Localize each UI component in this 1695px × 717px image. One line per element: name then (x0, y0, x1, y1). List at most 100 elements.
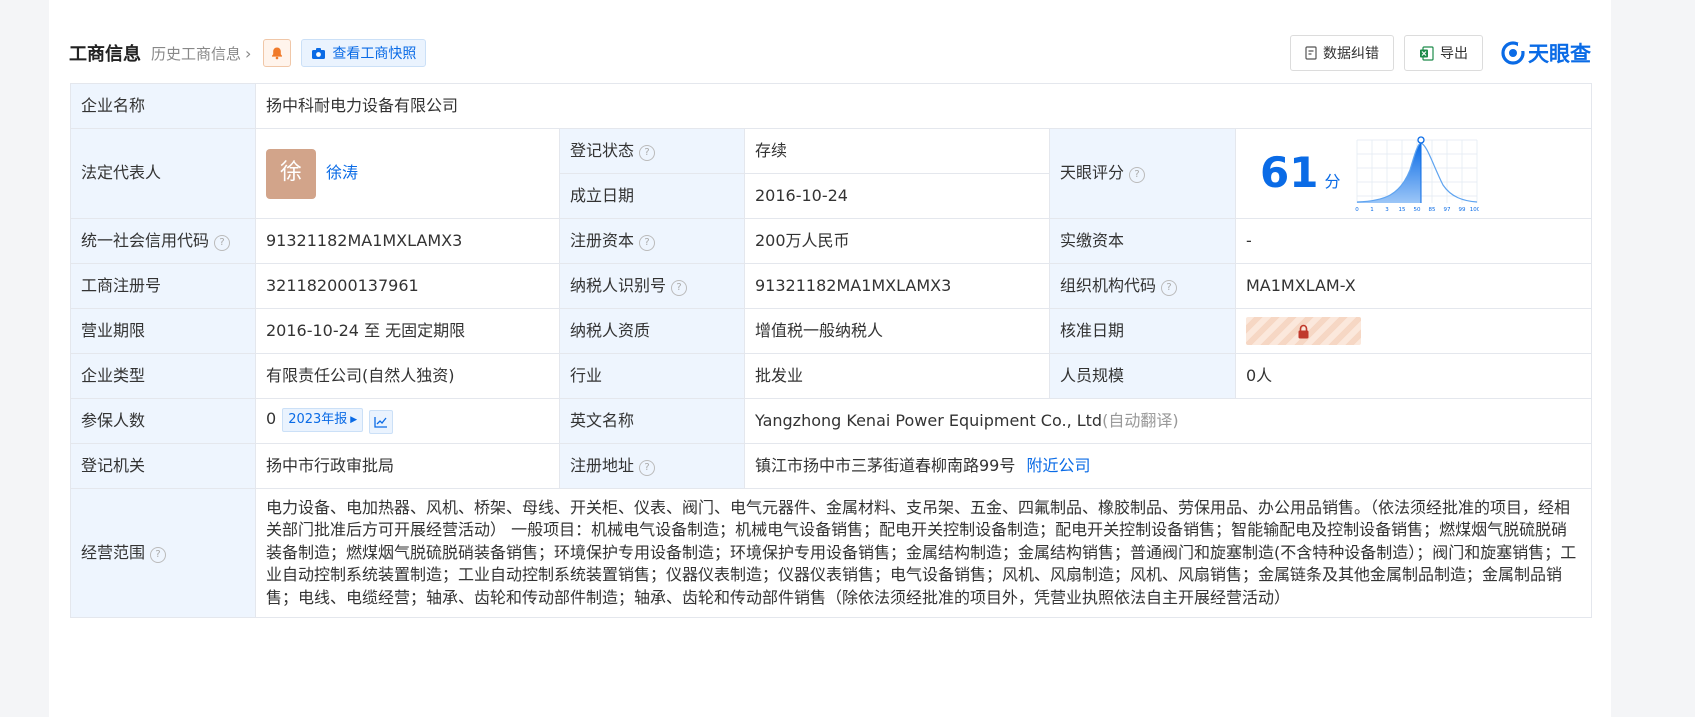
status-label-cell: 登记状态? (559, 128, 745, 174)
company-type-label: 企业类型 (70, 353, 256, 399)
section-header: 工商信息 历史工商信息 › 查看工商快照 数据纠错 导出 天眼查 (69, 35, 1591, 71)
axis-tick: 3 (1386, 207, 1390, 213)
reg-capital-value: 200万人民币 (744, 218, 1050, 264)
founded-value: 2016-10-24 (744, 173, 1050, 219)
approve-date-cell (1234, 308, 1593, 354)
insured-cell: 0 2023年报 ▶ (255, 398, 560, 444)
help-icon[interactable]: ? (639, 234, 656, 251)
table-row: 法定代表人 徐徐涛 登记状态? 存续 天眼评分? 61 分 0 1 3 15 5… (70, 128, 1593, 219)
scope-label-cell: 经营范围? (70, 488, 256, 618)
reg-capital-label-cell: 注册资本? (559, 218, 745, 264)
company-type-value: 有限责任公司(自然人独资) (255, 353, 560, 399)
axis-tick: 100 (1470, 207, 1479, 213)
paid-capital-label: 实缴资本 (1049, 218, 1236, 264)
founded-label: 成立日期 (559, 173, 745, 219)
reg-no-value: 321182000137961 (255, 263, 560, 309)
table-row: 企业名称 扬中科耐电力设备有限公司 (70, 83, 1593, 129)
axis-tick: 15 (1399, 207, 1406, 213)
annual-report-tag[interactable]: 2023年报 ▶ (282, 408, 364, 433)
chevron-right-icon: › (245, 43, 252, 63)
address-value: 镇江市扬中市三茅街道春柳南路99号 (755, 455, 1016, 475)
history-info-link[interactable]: 历史工商信息 › (151, 43, 251, 64)
trend-chart-icon[interactable] (369, 410, 394, 434)
org-code-value: MA1MXLAM-X (1234, 263, 1593, 309)
table-row: 登记机关 扬中市行政审批局 注册地址? 镇江市扬中市三茅街道春柳南路99号 附近… (70, 443, 1593, 489)
excel-icon (1420, 45, 1434, 61)
history-link-label: 历史工商信息 (151, 44, 242, 63)
help-icon[interactable]: ? (214, 234, 231, 251)
score-label-cell: 天眼评分? (1049, 128, 1236, 219)
help-icon[interactable]: ? (639, 144, 656, 161)
address-label: 注册地址 (570, 455, 635, 475)
nearby-companies-link[interactable]: 附近公司 (1026, 456, 1090, 475)
tianyancha-logo: 天眼查 (1501, 38, 1591, 68)
export-button[interactable]: 导出 (1404, 35, 1483, 71)
lock-icon (1298, 324, 1309, 338)
brand-name: 天眼查 (1528, 42, 1591, 66)
score-cell[interactable]: 61 分 0 1 3 15 50 85 97 99 100 (1234, 128, 1593, 219)
avatar[interactable]: 徐 (266, 148, 316, 199)
caret-right-icon: ▶ (350, 414, 358, 425)
taxpayer-type-value: 增值税一般纳税人 (744, 308, 1050, 354)
axis-tick: 97 (1444, 207, 1451, 213)
english-name-value: Yangzhong Kenai Power Equipment Co., Ltd (755, 410, 1103, 430)
annual-report-label: 2023年报 (288, 412, 348, 427)
business-info-table: 企业名称 扬中科耐电力设备有限公司 法定代表人 徐徐涛 登记状态? 存续 天眼评… (70, 83, 1593, 618)
help-icon[interactable]: ? (639, 459, 656, 476)
taxpayer-type-label: 纳税人资质 (559, 308, 745, 354)
eye-logo-icon (1501, 41, 1525, 65)
axis-tick: 50 (1414, 207, 1421, 213)
axis-tick: 85 (1429, 207, 1436, 213)
staff-label: 人员规模 (1049, 353, 1236, 399)
camera-icon (312, 47, 326, 59)
insured-value: 0 (266, 409, 277, 428)
status-value: 存续 (744, 128, 1050, 174)
industry-label: 行业 (559, 353, 745, 399)
legal-rep-cell: 徐徐涛 (255, 128, 560, 219)
term-value: 2016-10-24 至 无固定期限 (255, 308, 560, 354)
approve-date-label: 核准日期 (1049, 308, 1236, 354)
address-label-cell: 注册地址? (559, 443, 745, 489)
industry-value: 批发业 (744, 353, 1050, 399)
section-title: 工商信息 (69, 44, 141, 65)
snapshot-label: 查看工商快照 (332, 46, 417, 62)
data-correction-button[interactable]: 数据纠错 (1290, 35, 1394, 71)
legal-rep-label: 法定代表人 (70, 128, 256, 219)
english-name-label: 英文名称 (559, 398, 745, 444)
org-code-label-cell: 组织机构代码? (1049, 263, 1236, 309)
table-row: 经营范围? 电力设备、电加热器、风机、桥架、母线、开关柜、仪表、阀门、电气元器件… (70, 488, 1593, 618)
table-row: 工商注册号 321182000137961 纳税人识别号? 91321182MA… (70, 263, 1593, 309)
help-icon[interactable]: ? (671, 279, 688, 296)
score-label: 天眼评分 (1060, 163, 1125, 183)
bell-icon[interactable] (263, 39, 292, 67)
help-icon[interactable]: ? (1161, 279, 1178, 296)
paid-capital-value: - (1234, 218, 1593, 264)
score-distribution-chart: 0 1 3 15 50 85 97 99 100 (1356, 135, 1479, 213)
org-code-label: 组织机构代码 (1060, 275, 1157, 295)
taxpayer-id-label: 纳税人识别号 (570, 275, 667, 295)
company-name: 扬中科耐电力设备有限公司 (254, 83, 1593, 129)
business-info-panel: 工商信息 历史工商信息 › 查看工商快照 数据纠错 导出 天眼查 企业名称 扬中… (49, 0, 1611, 717)
credit-code-value: 91321182MA1MXLAMX3 (255, 218, 560, 264)
help-icon[interactable]: ? (150, 546, 167, 563)
company-name-label: 企业名称 (70, 83, 256, 129)
axis-tick: 1 (1371, 207, 1375, 213)
table-row: 统一社会信用代码? 91321182MA1MXLAMX3 注册资本? 200万人… (70, 218, 1593, 264)
legal-rep-link[interactable]: 徐涛 (326, 163, 358, 182)
view-snapshot-button[interactable]: 查看工商快照 (301, 39, 427, 67)
business-scope-value: 电力设备、电加热器、风机、桥架、母线、开关柜、仪表、阀门、电气元器件、金属材料、… (254, 488, 1593, 618)
scope-label: 经营范围 (81, 542, 146, 562)
export-label: 导出 (1440, 46, 1468, 62)
locked-value[interactable] (1246, 317, 1361, 345)
table-row: 参保人数 0 2023年报 ▶ 英文名称 Yangzhong Kenai Power… (70, 398, 1593, 444)
axis-tick: 99 (1459, 207, 1466, 213)
reg-no-label: 工商注册号 (70, 263, 256, 309)
auto-translate-note: (自动翻译) (1102, 410, 1179, 430)
taxpayer-id-value: 91321182MA1MXLAMX3 (744, 263, 1050, 309)
document-icon (1305, 46, 1317, 60)
status-label: 登记状态 (570, 140, 635, 160)
help-icon[interactable]: ? (1129, 167, 1146, 184)
axis-tick: 0 (1356, 207, 1360, 213)
authority-value: 扬中市行政审批局 (255, 443, 560, 489)
score-unit: 分 (1324, 172, 1341, 192)
